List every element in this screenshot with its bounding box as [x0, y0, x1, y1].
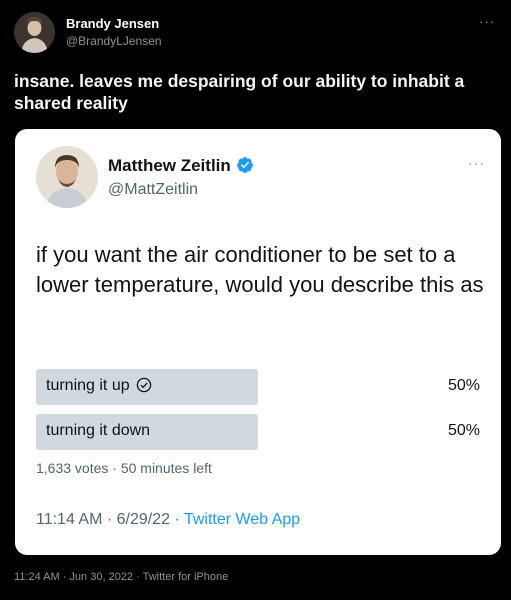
poll-option[interactable]: turning it down 50%: [36, 414, 480, 450]
avatar[interactable]: [36, 146, 98, 208]
quoted-tweet-card[interactable]: Matthew Zeitlin @MattZeitlin ··· if you …: [15, 129, 501, 555]
outer-tweet-footer: 11:24 AM · Jun 30, 2022 · Twitter for iP…: [14, 571, 229, 583]
outer-tweet-header: Brandy Jensen @BrandyLJensen ···: [14, 12, 499, 58]
quoted-author-name[interactable]: Matthew Zeitlin: [108, 156, 254, 176]
avatar[interactable]: [14, 12, 55, 53]
verified-badge-icon: [236, 157, 253, 173]
quoted-timestamp: 11:14 AM · 6/29/22 · Twitter Web App: [36, 511, 300, 529]
poll-option-percent: 50%: [447, 422, 480, 439]
quoted-author-handle[interactable]: @MattZeitlin: [108, 181, 198, 199]
source-app-link[interactable]: Twitter Web App: [184, 511, 300, 528]
outer-tweet-text: insane. leaves me despairing of our abil…: [14, 71, 465, 113]
outer-author-handle[interactable]: @BrandyLJensen: [66, 34, 162, 48]
poll-option-label: turning it down: [46, 422, 150, 440]
outer-author-name[interactable]: Brandy Jensen: [66, 16, 159, 31]
more-options-icon[interactable]: ···: [479, 14, 495, 29]
timestamp-text[interactable]: 11:14 AM · 6/29/22 ·: [36, 511, 184, 528]
more-options-icon[interactable]: ···: [468, 155, 485, 171]
poll-option-text: turning it down: [46, 422, 151, 439]
poll-option-text: turning it up: [46, 377, 130, 394]
quoted-author-name-text: Matthew Zeitlin: [108, 156, 231, 175]
poll-meta: 1,633 votes · 50 minutes left: [36, 460, 212, 476]
check-circle-icon: [136, 377, 151, 393]
quoted-tweet-text: if you want the air conditioner to be se…: [36, 242, 484, 297]
poll-option[interactable]: turning it up 50%: [36, 369, 480, 405]
poll-option-label: turning it up: [46, 377, 152, 395]
poll-option-percent: 50%: [447, 377, 480, 394]
